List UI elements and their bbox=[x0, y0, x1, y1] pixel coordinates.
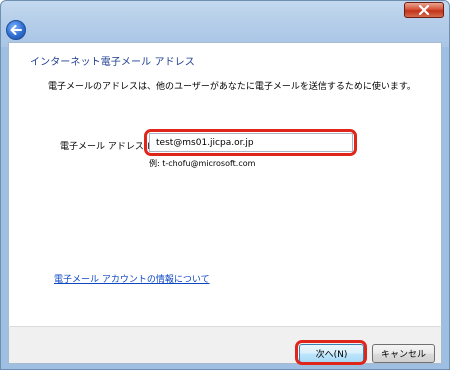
cancel-button[interactable]: キャンセル bbox=[372, 344, 435, 363]
account-info-link[interactable]: 電子メール アカウントの情報について bbox=[54, 272, 210, 285]
back-arrow-icon bbox=[10, 25, 22, 35]
email-field-label: 電子メール アドレス(E): bbox=[60, 142, 160, 152]
description-text: 電子メールのアドレスは、他のユーザーがあなたに電子メールを送信するために使います… bbox=[48, 82, 416, 92]
close-icon bbox=[418, 5, 430, 15]
next-button[interactable]: 次へ(N) bbox=[299, 344, 364, 363]
close-button[interactable] bbox=[404, 2, 444, 18]
example-text: 例: t-chofu@microsoft.com bbox=[149, 159, 256, 168]
email-field[interactable] bbox=[149, 133, 353, 152]
page-title: インターネット電子メール アドレス bbox=[30, 57, 195, 68]
back-button[interactable] bbox=[6, 20, 26, 40]
